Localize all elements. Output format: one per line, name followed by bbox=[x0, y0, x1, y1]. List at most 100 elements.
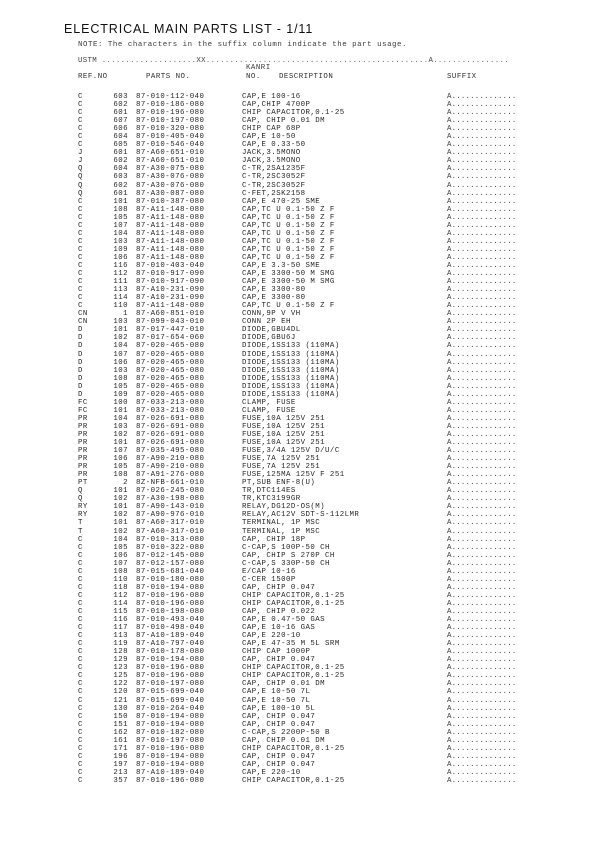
cell-kanri-no: 104 bbox=[113, 414, 128, 423]
cell-description: CAP,E 3300-50 M SMG bbox=[242, 270, 335, 279]
cell-parts-no: 87-A30-076-080 bbox=[136, 181, 205, 190]
table-row: D 108 87-020-465-080 DIODE,1SS133 (110MA) A.… bbox=[0, 375, 595, 383]
cell-parts-no: 87-A30-087-080 bbox=[136, 189, 205, 198]
table-row: Q 602 87-A30-076-080 C-TR,2SC3052F A........… bbox=[0, 182, 595, 190]
cell-suffix: A.............. bbox=[447, 479, 517, 488]
cell-suffix: A.............. bbox=[447, 720, 517, 729]
table-row: PR 107 87-035-495-080 FUSE,3/4A 125V D/U/C A… bbox=[0, 447, 595, 455]
cell-ref-no: C bbox=[78, 261, 83, 270]
cell-ref-no: C bbox=[78, 109, 83, 118]
cell-parts-no: 8Z-NFB-661-010 bbox=[136, 479, 205, 488]
cell-kanri-no: 105 bbox=[113, 213, 128, 222]
cell-parts-no: 87-010-197-080 bbox=[136, 680, 205, 689]
cell-suffix: A.............. bbox=[447, 672, 517, 681]
cell-description: CAP, CHIP 0.047 bbox=[242, 752, 316, 761]
cell-parts-no: 87-015-681-040 bbox=[136, 567, 205, 576]
cell-suffix: A.............. bbox=[447, 374, 517, 383]
cell-suffix: A.............. bbox=[447, 253, 517, 262]
cell-parts-no: 87-A11-148-080 bbox=[136, 213, 205, 222]
table-row: C 213 87-A10-189-040 CAP,E 220-10 A.........… bbox=[0, 769, 595, 777]
cell-ref-no: C bbox=[78, 125, 83, 134]
cell-parts-no: 87-010-112-040 bbox=[136, 93, 205, 101]
table-row: D 107 87-020-465-080 DIODE,1SS133 (110MA) A.… bbox=[0, 351, 595, 359]
cell-description: CONN 2P EH bbox=[242, 318, 291, 327]
cell-parts-no: 87-026-691-080 bbox=[136, 422, 205, 431]
cell-parts-no: 87-A60-651-010 bbox=[136, 157, 205, 166]
cell-ref-no: PT bbox=[78, 479, 88, 488]
cell-parts-no: 87-010-194-080 bbox=[136, 760, 205, 769]
cell-suffix: A.............. bbox=[447, 648, 517, 657]
table-row: T 101 87-A60-317-010 TERMINAL, 1P MSC A.....… bbox=[0, 519, 595, 527]
table-row: C 171 87-010-196-080 CHIP CAPACITOR,0.1-25 A… bbox=[0, 745, 595, 753]
table-row: C 106 87-012-145-080 CAP, CHIP S 270P CH A..… bbox=[0, 552, 595, 560]
table-row: C 604 87-010-405-040 CAP,E 10-50 A..........… bbox=[0, 133, 595, 141]
cell-ref-no: PR bbox=[78, 447, 88, 456]
table-row: Q 604 87-A30-075-080 C-TR,2SA1235F A........… bbox=[0, 165, 595, 173]
cell-kanri-no: 115 bbox=[113, 608, 128, 616]
table-row: PR 103 87-026-691-080 FUSE,10A 125V 251 A...… bbox=[0, 423, 595, 431]
cell-suffix: A.............. bbox=[447, 439, 517, 448]
cell-suffix: A.............. bbox=[447, 101, 517, 110]
cell-parts-no: 87-010-546-040 bbox=[136, 141, 205, 150]
cell-suffix: A.............. bbox=[447, 704, 517, 713]
cell-description: CAP,E 0.33-50 bbox=[242, 141, 306, 150]
cell-description: CLAMP, FUSE bbox=[242, 398, 296, 407]
cell-parts-no: 87-033-213-080 bbox=[136, 406, 205, 415]
table-row: C 121 87-015-699-040 CAP,E 10-50 7L A.......… bbox=[0, 697, 595, 705]
cell-kanri-no: 106 bbox=[113, 253, 128, 262]
cell-suffix: A.............. bbox=[447, 768, 517, 777]
table-row: C 111 87-010-917-090 CAP,E 3300-50 M SMG A..… bbox=[0, 278, 595, 286]
cell-suffix: A.............. bbox=[447, 406, 517, 415]
cell-ref-no: C bbox=[78, 575, 83, 584]
cell-ref-no: C bbox=[78, 133, 83, 142]
cell-kanri-no: 107 bbox=[113, 221, 128, 230]
cell-parts-no: 87-A90-143-010 bbox=[136, 503, 205, 512]
parts-table-body: C 603 87-010-112-040 CAP,E 100-16 A.........… bbox=[0, 93, 595, 785]
cell-description: DIODE,1SS133 (110MA) bbox=[242, 366, 340, 375]
cell-parts-no: 87-010-196-080 bbox=[136, 672, 205, 681]
cell-kanri-no: 102 bbox=[113, 511, 128, 520]
cell-kanri-no: 119 bbox=[113, 640, 128, 649]
table-row: C 605 87-010-546-040 CAP,E 0.33-50 A........… bbox=[0, 141, 595, 149]
cell-ref-no: C bbox=[78, 197, 83, 206]
cell-kanri-no: 103 bbox=[113, 318, 128, 327]
cell-kanri-no: 607 bbox=[113, 117, 128, 126]
cell-description: TERMINAL, 1P MSC bbox=[242, 527, 321, 536]
cell-parts-no: 87-026-691-080 bbox=[136, 439, 205, 448]
cell-description: TR,KTC3199GR bbox=[242, 495, 301, 504]
cell-suffix: A.............. bbox=[447, 712, 517, 721]
table-row: C 196 87-010-194-080 CAP, CHIP 0.047 A......… bbox=[0, 753, 595, 761]
cell-kanri-no: 601 bbox=[113, 189, 128, 198]
cell-suffix: A.............. bbox=[447, 632, 517, 641]
cell-parts-no: 87-015-699-040 bbox=[136, 696, 205, 705]
cell-ref-no: C bbox=[78, 656, 83, 665]
cell-kanri-no: 108 bbox=[113, 471, 128, 480]
cell-kanri-no: 109 bbox=[113, 245, 128, 254]
cell-parts-no: 87-A11-148-080 bbox=[136, 245, 205, 254]
table-row: C 108 87-015-681-040 E/CAP 10-16 A..........… bbox=[0, 568, 595, 576]
page-title: ELECTRICAL MAIN PARTS LIST - 1/11 bbox=[64, 22, 314, 36]
cell-description: TR,DTC114ES bbox=[242, 487, 296, 496]
table-row: PR 104 87-026-691-080 FUSE,10A 125V 251 A...… bbox=[0, 415, 595, 423]
cell-kanri-no: 100 bbox=[113, 398, 128, 407]
cell-kanri-no: 113 bbox=[113, 632, 128, 641]
cell-kanri-no: 129 bbox=[113, 656, 128, 665]
cell-description: C-CAP,S 100P-50 CH bbox=[242, 543, 330, 552]
cell-description: DIODE,1SS133 (110MA) bbox=[242, 374, 340, 383]
cell-suffix: A.............. bbox=[447, 776, 517, 785]
table-row: C 601 87-010-196-080 CHIP CAPACITOR,0.1-25 A… bbox=[0, 109, 595, 117]
cell-description: JACK,3.5MONO bbox=[242, 149, 301, 158]
cell-kanri-no: 357 bbox=[113, 776, 128, 785]
cell-suffix: A.............. bbox=[447, 286, 517, 295]
cell-kanri-no: 108 bbox=[113, 374, 128, 383]
parts-list-page: ELECTRICAL MAIN PARTS LIST - 1/11 NOTE: … bbox=[0, 0, 595, 841]
cell-parts-no: 87-010-405-040 bbox=[136, 133, 205, 142]
cell-description: FUSE,125MA 125V F 251 bbox=[242, 471, 345, 480]
cell-ref-no: C bbox=[78, 728, 83, 737]
cell-kanri-no: 104 bbox=[113, 342, 128, 351]
cell-kanri-no: 101 bbox=[113, 406, 128, 415]
table-row: C 606 87-010-320-080 CHIP CAP 68P A.........… bbox=[0, 125, 595, 133]
table-row: C 116 87-010-493-040 CAP,E 0.47-50 GAS A....… bbox=[0, 616, 595, 624]
cell-suffix: A.............. bbox=[447, 543, 517, 552]
cell-kanri-no: 102 bbox=[113, 334, 128, 343]
